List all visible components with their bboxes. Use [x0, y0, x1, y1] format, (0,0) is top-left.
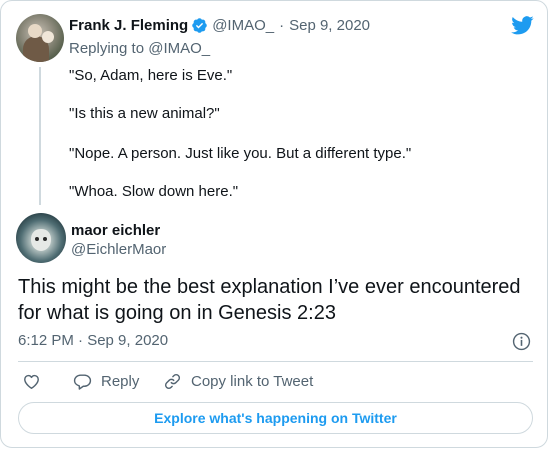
copy-link-button[interactable]: Copy link to Tweet	[163, 372, 313, 391]
explore-twitter-button[interactable]: Explore what's happening on Twitter	[18, 402, 533, 434]
parent-tweet-line: "Whoa. Slow down here."	[69, 183, 239, 200]
main-tweet-timestamp[interactable]: 6:12 PM · Sep 9, 2020	[18, 332, 168, 349]
main-author-handle[interactable]: @EichlerMaor	[71, 241, 166, 258]
reply-button[interactable]: Reply	[73, 372, 139, 391]
divider	[18, 361, 533, 362]
replying-to-line: Replying to @IMAO_	[69, 40, 210, 57]
main-tweet-text: This might be the best explanation I’ve …	[18, 276, 521, 324]
replying-prefix: Replying to	[69, 40, 145, 57]
parent-tweet-line: "Is this a new animal?"	[69, 105, 220, 122]
like-button[interactable]	[22, 372, 50, 391]
reply-label: Reply	[101, 373, 140, 390]
parent-tweet-line: "So, Adam, here is Eve."	[69, 67, 233, 84]
thread-connector-line	[39, 67, 41, 205]
separator-dot: ·	[279, 17, 285, 34]
info-icon[interactable]	[512, 332, 531, 351]
main-author-avatar[interactable]	[16, 213, 66, 263]
verified-badge-icon	[192, 18, 207, 33]
parent-tweet-date[interactable]: Sep 9, 2020	[289, 17, 370, 34]
parent-author-avatar[interactable]	[16, 14, 64, 62]
parent-tweet-line: "Nope. A person. Just like you. But a di…	[69, 145, 412, 162]
replying-handle[interactable]: @IMAO_	[148, 40, 210, 57]
parent-tweet-header: Frank J. Fleming @IMAO_ · Sep 9, 2020	[69, 17, 370, 34]
parent-author-handle[interactable]: @IMAO_	[212, 17, 274, 34]
copy-link-label: Copy link to Tweet	[191, 373, 314, 390]
heart-icon	[24, 374, 39, 389]
link-icon	[164, 373, 181, 390]
tweet-embed-card: Frank J. Fleming @IMAO_ · Sep 9, 2020 Re…	[0, 0, 548, 448]
parent-author-name[interactable]: Frank J. Fleming	[69, 17, 188, 34]
main-author-name[interactable]: maor eichler	[71, 222, 160, 239]
twitter-bird-icon[interactable]	[511, 16, 534, 35]
reply-bubble-icon	[73, 374, 92, 390]
